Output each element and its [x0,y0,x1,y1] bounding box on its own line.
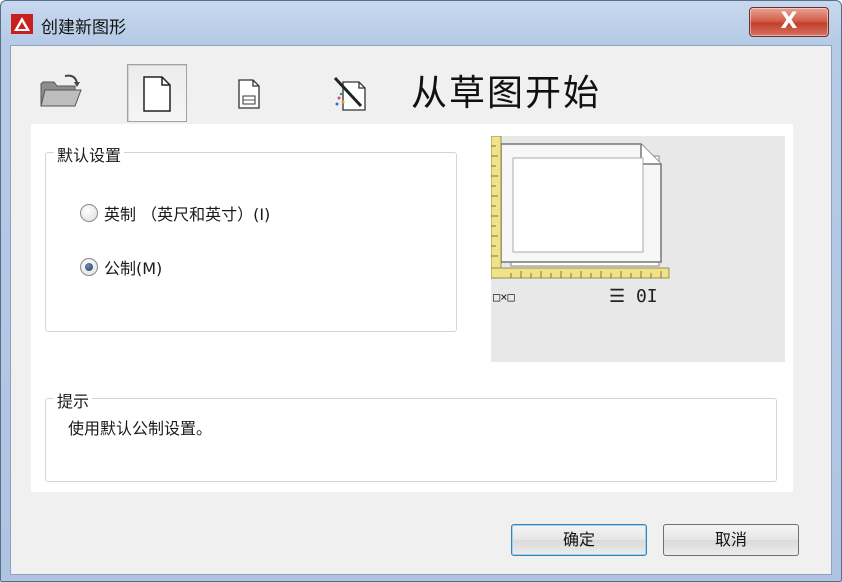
open-drawing-button[interactable] [25,64,85,122]
title-bar[interactable]: 创建新图形 X [1,1,841,45]
hint-group: 提示 使用默认公制设置。 [45,388,777,482]
preview-height-field: ☰ 0I [609,286,658,307]
metric-radio[interactable] [80,258,98,276]
wizard-icon [333,76,366,111]
dialog-body: 从草图开始 默认设置 英制 （英尺和英寸）(I) 公制(M) □×□ ☰ 0I … [10,45,832,575]
metric-label: 公制(M) [104,259,163,278]
window-title: 创建新图形 [41,18,126,38]
preview-width-field: □×□ [493,290,515,304]
cancel-button[interactable]: 取消 [663,524,799,556]
hint-legend: 提示 [54,388,93,412]
close-button[interactable]: X [749,7,829,37]
use-wizard-button[interactable] [317,64,377,122]
section-heading: 从草图开始 [411,73,602,114]
template-page-icon [238,79,260,109]
metric-option[interactable]: 公制(M) [80,255,162,279]
autocad-logo-icon [11,14,33,34]
imperial-radio[interactable] [80,204,98,222]
settings-panel: 默认设置 英制 （英尺和英寸）(I) 公制(M) □×□ ☰ 0I 提示 使用默… [31,124,793,492]
preview-sheet-graphic [491,136,670,279]
open-folder-icon [40,74,82,107]
use-template-button[interactable] [221,64,281,122]
hint-text: 使用默认公制设置。 [68,419,213,438]
imperial-option[interactable]: 英制 （英尺和英寸）(I) [80,201,270,225]
start-from-scratch-button[interactable] [127,64,187,122]
imperial-label: 英制 （英尺和英寸）(I) [104,205,271,224]
default-settings-legend: 默认设置 [54,142,125,166]
default-settings-group: 默认设置 英制 （英尺和英寸）(I) 公制(M) [45,142,457,332]
ok-button[interactable]: 确定 [511,524,647,556]
create-new-drawing-dialog: 创建新图形 X 从草图开始 默认设置 英制 （英尺和英寸）(I) 公制(M) □… [0,0,842,582]
blank-page-icon [143,76,171,112]
drawing-preview: □×□ ☰ 0I [491,136,785,362]
